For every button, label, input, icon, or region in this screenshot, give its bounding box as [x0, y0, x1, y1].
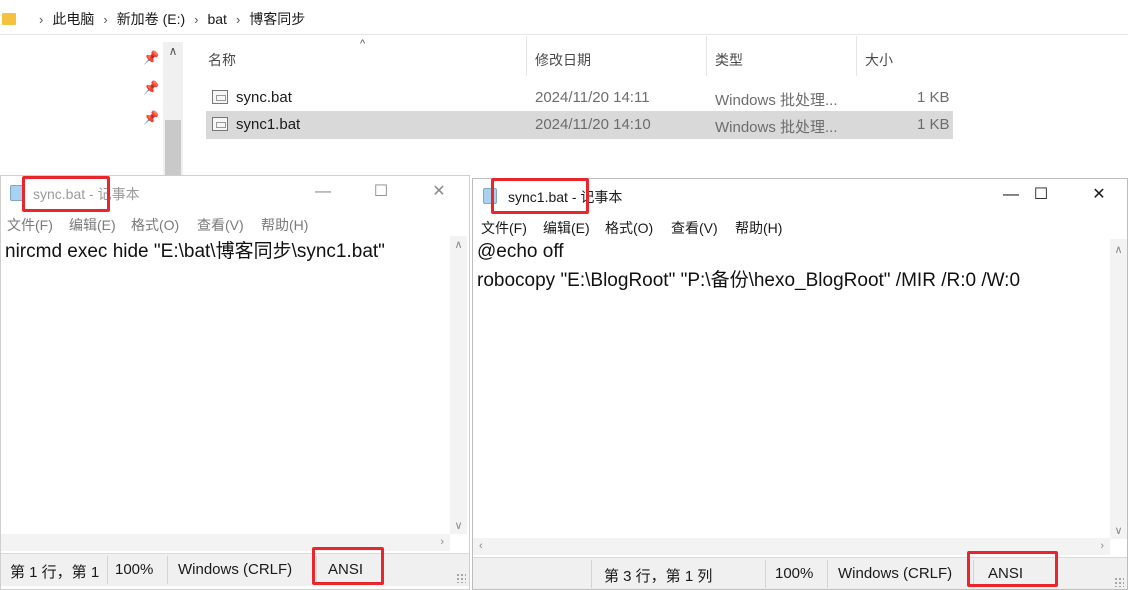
- notepad-window-sync1[interactable]: sync1.bat - 记事本 — ☐ ✕ 文件(F) 编辑(E) 格式(O) …: [472, 178, 1128, 590]
- maximize-icon[interactable]: ☐: [1011, 179, 1071, 213]
- file-size: 1 KB: [917, 89, 950, 106]
- scroll-up-icon[interactable]: ∧: [1110, 243, 1127, 256]
- column-header-size[interactable]: 大小: [856, 36, 957, 76]
- menu-bar: 文件(F) 编辑(E) 格式(O) 查看(V) 帮助(H): [473, 215, 1127, 239]
- divider: [316, 556, 317, 584]
- scroll-up-icon[interactable]: ∧: [450, 238, 467, 251]
- column-header-type[interactable]: 类型: [706, 36, 855, 76]
- chevron-right-icon: ›: [39, 11, 44, 27]
- menu-help[interactable]: 帮助(H): [735, 218, 782, 238]
- line-ending: Windows (CRLF): [838, 565, 953, 582]
- breadcrumb-drive-e[interactable]: 新加卷 (E:): [117, 9, 185, 29]
- chevron-right-icon: ›: [103, 11, 108, 27]
- breadcrumb[interactable]: › 此电脑 › 新加卷 (E:) › bat › 博客同步: [0, 4, 1128, 35]
- scroll-down-icon[interactable]: ∨: [450, 519, 467, 532]
- encoding: ANSI: [988, 565, 1024, 582]
- line-ending: Windows (CRLF): [178, 561, 293, 578]
- title-bar[interactable]: sync.bat - 记事本 — ☐ ✕: [1, 176, 469, 210]
- divider: [973, 560, 974, 588]
- menu-view[interactable]: 查看(V): [671, 218, 718, 238]
- divider: [107, 556, 108, 584]
- file-type: Windows 批处理...: [715, 119, 838, 136]
- close-icon[interactable]: ✕: [409, 176, 469, 210]
- notepad-icon: [10, 185, 24, 201]
- file-type: Windows 批处理...: [715, 92, 838, 109]
- breadcrumb-this-pc[interactable]: 此电脑: [52, 9, 94, 29]
- file-explorer: › 此电脑 › 新加卷 (E:) › bat › 博客同步 📌 📌 📌 ∧ ^ …: [0, 0, 1128, 175]
- pin-icon[interactable]: 📌: [143, 50, 159, 66]
- navigation-scrollbar[interactable]: ∧: [163, 42, 183, 175]
- pin-icon[interactable]: 📌: [143, 110, 159, 126]
- horizontal-scrollbar[interactable]: ‹ ›: [473, 538, 1110, 555]
- window-title: sync.bat - 记事本: [33, 186, 140, 202]
- column-header-date[interactable]: 修改日期: [526, 36, 705, 76]
- column-headers: ^ 名称 修改日期 类型 大小: [200, 36, 960, 84]
- file-date: 2024/11/20 14:11: [535, 89, 650, 106]
- breadcrumb-bat[interactable]: bat: [207, 11, 226, 27]
- file-row[interactable]: sync1.bat 2024/11/20 14:10 Windows 批处理..…: [206, 111, 953, 139]
- status-bar: 第 3 行，第 1 列 100% Windows (CRLF) ANSI: [473, 557, 1127, 589]
- close-icon[interactable]: ✕: [1069, 179, 1127, 213]
- status-bar: 第 1 行，第 1 100% Windows (CRLF) ANSI: [1, 553, 469, 586]
- menu-edit[interactable]: 编辑(E): [69, 215, 116, 235]
- breadcrumb-blog-sync[interactable]: 博客同步: [249, 9, 305, 29]
- window-title: sync1.bat - 记事本: [508, 189, 623, 205]
- folder-icon: [2, 13, 16, 25]
- scroll-left-icon[interactable]: ‹: [479, 538, 483, 555]
- menu-bar: 文件(F) 编辑(E) 格式(O) 查看(V) 帮助(H): [1, 212, 469, 236]
- resize-grip-icon[interactable]: [456, 573, 466, 583]
- cursor-position: 第 1 行，第 1: [10, 564, 100, 581]
- vertical-scrollbar[interactable]: ∧ ∨: [1110, 239, 1127, 539]
- scroll-up-icon[interactable]: ∧: [163, 44, 183, 58]
- column-header-name[interactable]: 名称: [200, 36, 526, 76]
- scroll-down-icon[interactable]: ∨: [1110, 524, 1127, 537]
- divider: [827, 560, 828, 588]
- chevron-right-icon: ›: [235, 11, 241, 27]
- minimize-icon[interactable]: —: [293, 176, 353, 210]
- text-editor[interactable]: nircmd exec hide "E:\bat\博客同步\sync1.bat": [1, 237, 385, 266]
- file-date: 2024/11/20 14:10: [535, 116, 651, 133]
- menu-edit[interactable]: 编辑(E): [543, 218, 590, 238]
- encoding: ANSI: [328, 561, 364, 578]
- file-name: sync1.bat: [236, 116, 301, 133]
- resize-grip-icon[interactable]: [1114, 577, 1124, 587]
- text-editor[interactable]: @echo off robocopy "E:\BlogRoot" "P:\备份\…: [473, 237, 1020, 295]
- divider: [765, 560, 766, 588]
- menu-view[interactable]: 查看(V): [197, 215, 244, 235]
- scroll-right-icon[interactable]: ›: [440, 534, 444, 551]
- chevron-right-icon: ›: [194, 11, 199, 27]
- menu-format[interactable]: 格式(O): [605, 218, 653, 238]
- pin-icon[interactable]: 📌: [143, 80, 159, 96]
- bat-file-icon: [212, 90, 228, 104]
- file-name: sync.bat: [236, 89, 292, 106]
- notepad-window-sync[interactable]: sync.bat - 记事本 — ☐ ✕ 文件(F) 编辑(E) 格式(O) 查…: [0, 175, 470, 590]
- divider: [167, 556, 168, 584]
- maximize-icon[interactable]: ☐: [351, 176, 411, 210]
- file-size: 1 KB: [917, 116, 950, 133]
- menu-help[interactable]: 帮助(H): [261, 215, 308, 235]
- scroll-right-icon[interactable]: ›: [1100, 538, 1104, 555]
- zoom-level: 100%: [115, 561, 154, 578]
- bat-file-icon: [212, 117, 228, 131]
- menu-file[interactable]: 文件(F): [481, 218, 527, 238]
- divider: [591, 560, 592, 588]
- scrollbar-thumb[interactable]: [165, 120, 181, 175]
- notepad-icon: [483, 188, 497, 204]
- file-row[interactable]: sync.bat 2024/11/20 14:11 Windows 批处理...…: [206, 84, 953, 112]
- navigation-pane: 📌 📌 📌: [0, 36, 184, 176]
- zoom-level: 100%: [775, 565, 814, 582]
- menu-file[interactable]: 文件(F): [7, 215, 53, 235]
- cursor-position: 第 3 行，第 1 列: [604, 568, 713, 585]
- menu-format[interactable]: 格式(O): [131, 215, 179, 235]
- horizontal-scrollbar[interactable]: ›: [1, 534, 450, 551]
- vertical-scrollbar[interactable]: ∧ ∨: [450, 236, 467, 534]
- title-bar[interactable]: sync1.bat - 记事本 — ☐ ✕: [473, 179, 1127, 213]
